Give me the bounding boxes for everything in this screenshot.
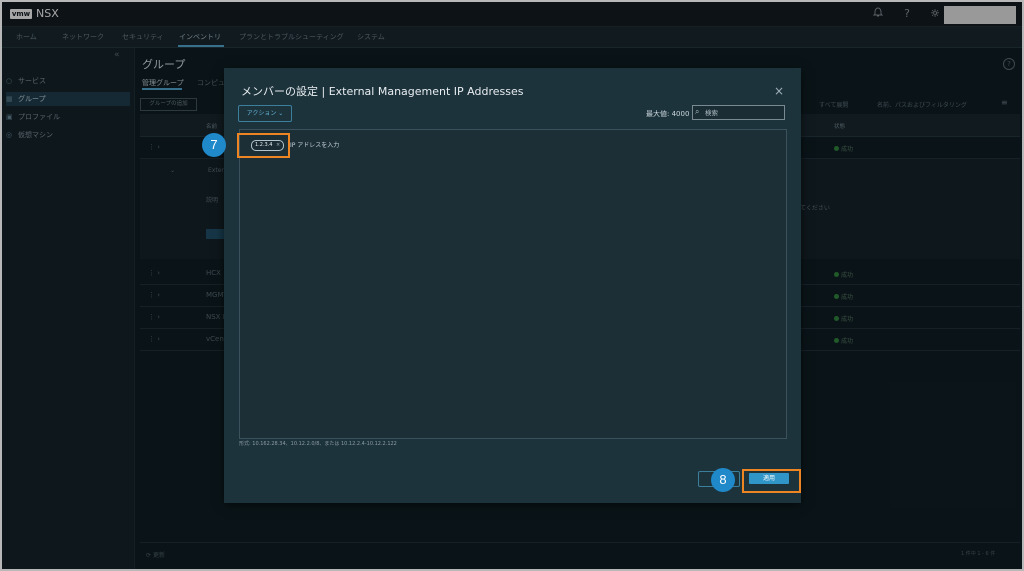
ip-input-placeholder[interactable]: IP アドレスを入力 — [290, 140, 339, 149]
actions-label: アクション — [246, 110, 277, 117]
search-input[interactable] — [705, 107, 781, 118]
search-field[interactable]: ⌕ — [692, 105, 785, 120]
set-members-dialog: メンバーの設定 | External Management IP Address… — [224, 68, 801, 503]
highlight-box-apply — [742, 469, 801, 493]
max-count-label: 最大値: 4000 — [646, 110, 690, 118]
actions-dropdown-button[interactable]: アクション ⌄ — [238, 105, 292, 122]
search-icon: ⌕ — [695, 107, 700, 116]
format-hint-text: 形式: 10.162.28.34、10.12.2.0/8、または 10.12.2… — [239, 441, 397, 447]
dialog-title: メンバーの設定 | External Management IP Address… — [241, 85, 524, 98]
close-icon[interactable]: × — [774, 84, 784, 98]
ip-address-input-area[interactable]: 1.2.3.4 × IP アドレスを入力 — [239, 129, 787, 439]
step-badge-8: 8 — [711, 468, 735, 492]
step-badge-7: 7 — [202, 133, 226, 157]
highlight-box-chip — [237, 133, 290, 158]
